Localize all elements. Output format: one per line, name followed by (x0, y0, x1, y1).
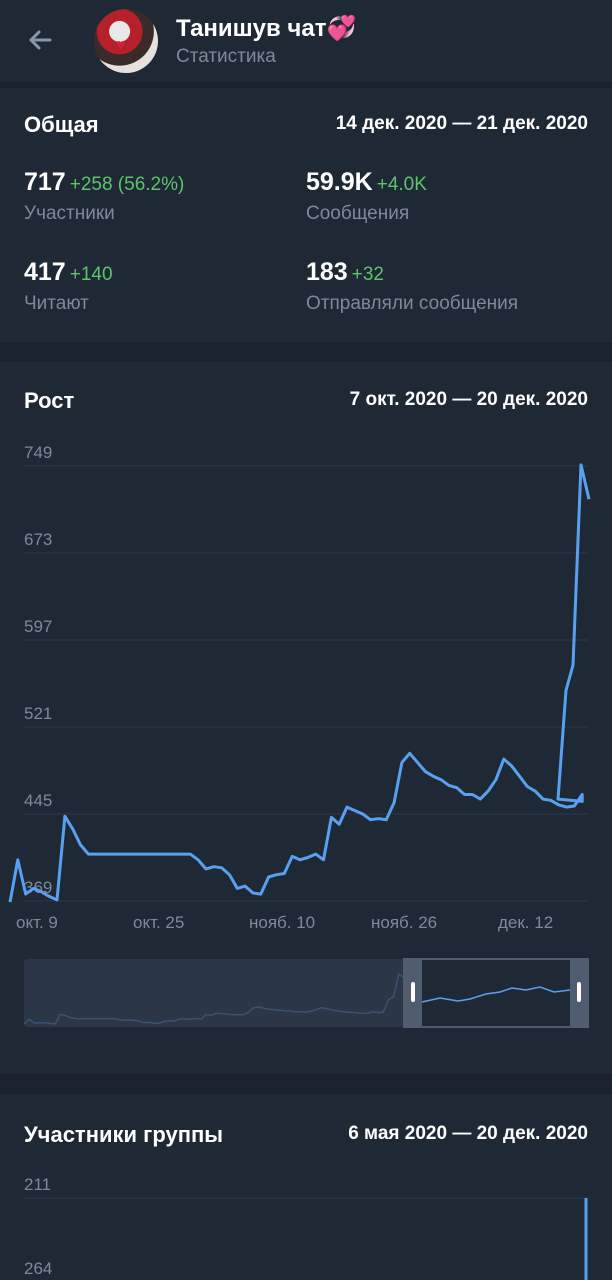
growth-series-line (8, 463, 591, 903)
x-tick-label: дек. 12 (498, 913, 553, 932)
y-tick-label: 445 (24, 791, 52, 810)
stat-delta: +258 (56.2%) (69, 174, 185, 195)
range-navigator (23, 958, 589, 1028)
members-card: Участники группы 6 мая 2020 — 20 дек. 20… (0, 1094, 612, 1280)
app-header: ♥ Танишув чат💞 Статистика (0, 0, 612, 82)
hearts-emoji-icon: 💞 (326, 15, 357, 42)
stat-delta: +4.0K (376, 174, 427, 195)
x-tick-label: окт. 9 (16, 913, 58, 932)
x-tick-label: нояб. 26 (371, 913, 437, 932)
y-tick-label: 673 (24, 530, 52, 549)
y-tick-label: 749 (24, 443, 52, 462)
stat-label: Участники (24, 203, 115, 224)
stat-value: 717 (24, 168, 66, 196)
stat-delta: +32 (351, 264, 384, 285)
y-tick-label: 211 (24, 1175, 51, 1194)
stat-delta: +140 (69, 264, 113, 285)
stat-value: 183 (306, 258, 348, 286)
overview-title: Общая (24, 112, 99, 137)
stat-label: Читают (24, 293, 89, 314)
members-chart[interactable]: 211 264 (0, 1094, 612, 1280)
growth-chart[interactable]: 369445521597673749окт. 9 окт. 25 нояб. 10 н… (0, 362, 612, 1074)
x-tick-label: нояб. 10 (249, 913, 315, 932)
stat-label: Отправляли сообщения (306, 293, 519, 314)
stat-value: 59.9K (306, 168, 373, 196)
overview-range: 14 дек. 2020 — 21 дек. 2020 (335, 113, 588, 134)
y-tick-label: 597 (24, 617, 52, 636)
stat-label: Сообщения (306, 203, 410, 224)
stat-messages: 59.9K +4.0K Сообщения (306, 168, 427, 225)
stat-viewers: 417 +140 Читают (24, 258, 113, 315)
stat-posters: 183 +32 Отправляли сообщения (306, 258, 518, 315)
x-tick-label: окт. 25 (133, 913, 184, 932)
y-tick-label: 264 (24, 1259, 52, 1278)
chat-avatar[interactable]: ♥ (94, 9, 158, 73)
stat-value: 417 (24, 258, 66, 286)
arrow-left-icon[interactable] (24, 24, 56, 56)
chat-subtitle: Статистика (176, 46, 276, 67)
stat-members: 717 +258 (56.2%) Участники (24, 168, 184, 225)
navigator-window (403, 958, 589, 1028)
growth-card: Рост 7 окт. 2020 — 20 дек. 2020 369 445 52… (0, 362, 612, 1074)
overview-card: Общая 14 дек. 2020 — 21 дек. 2020 717 +25… (0, 88, 612, 342)
y-tick-label: 521 (24, 704, 52, 723)
chat-title: Танишув чат💞 (176, 15, 357, 42)
